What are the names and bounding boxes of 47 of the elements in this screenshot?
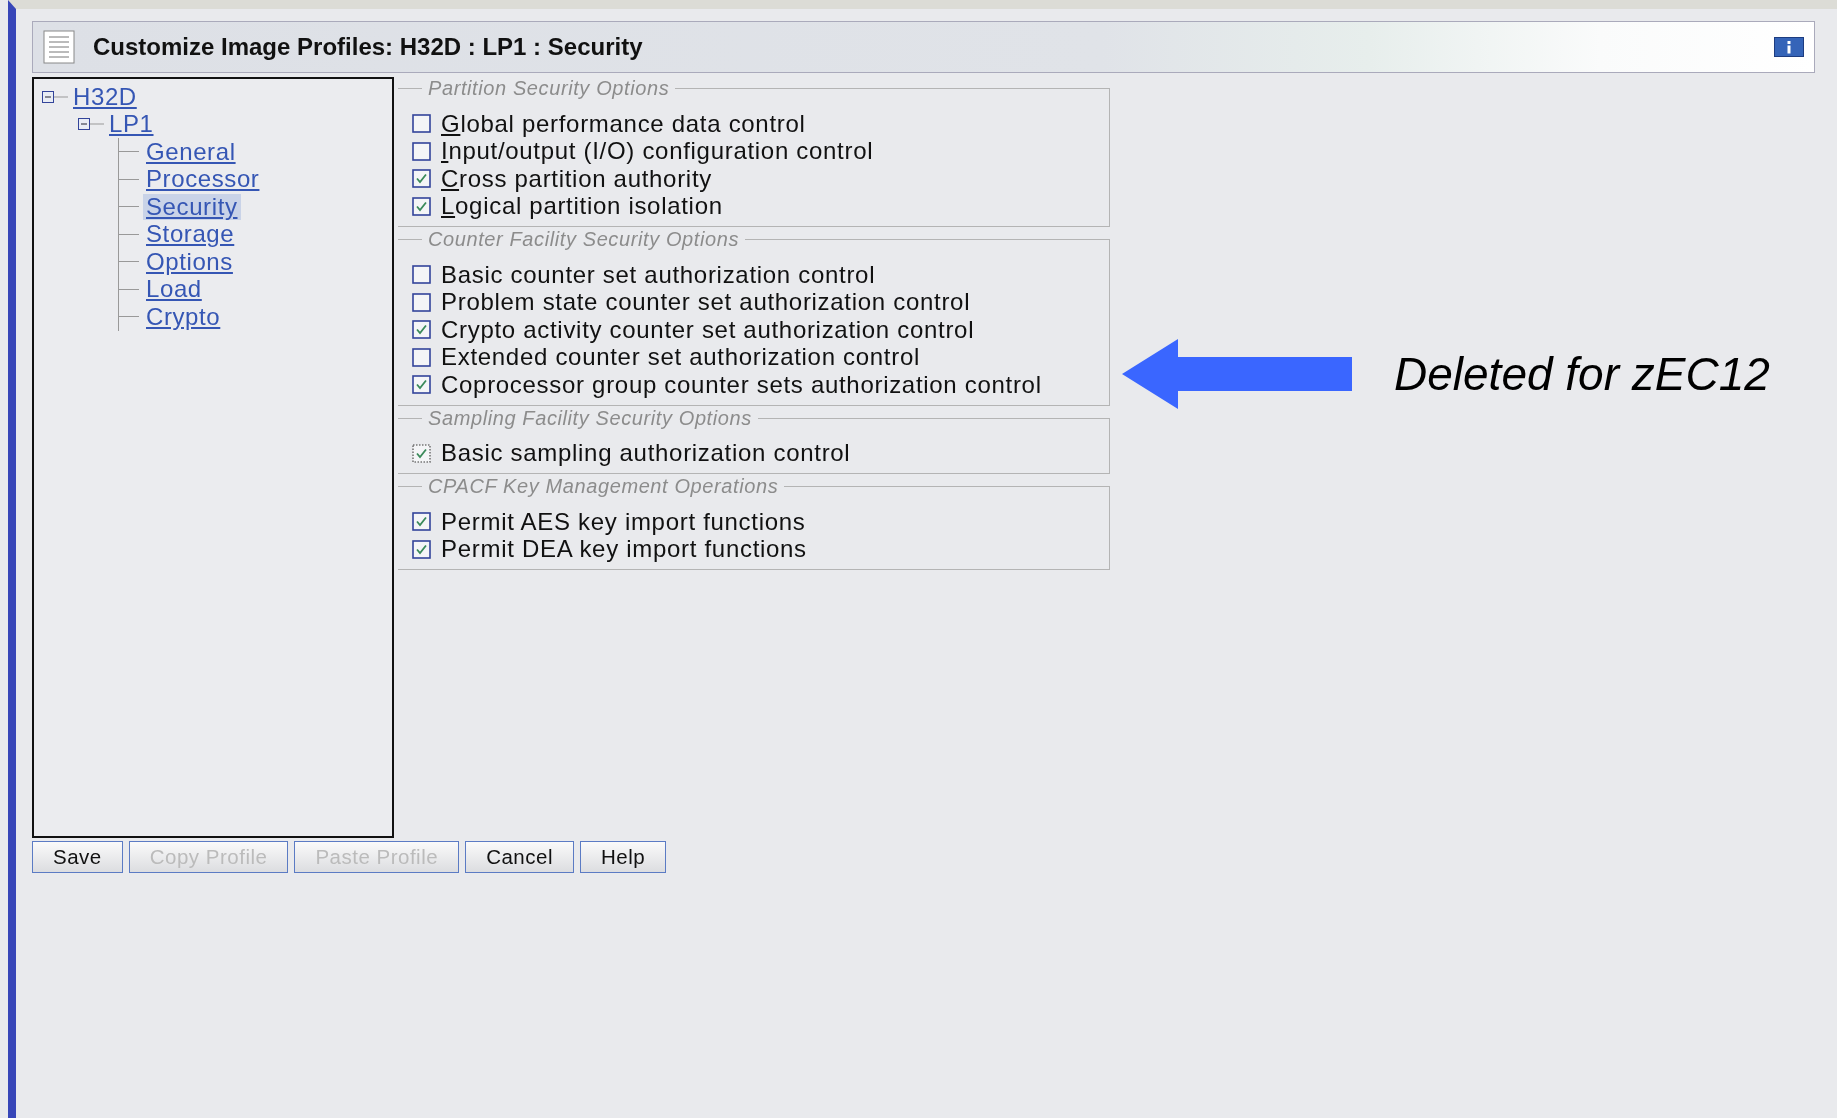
checkbox[interactable] — [412, 512, 431, 532]
checkbox[interactable] — [412, 141, 431, 161]
option-label: Basic counter set authorization control — [441, 260, 876, 289]
option-label: Permit DEA key import functions — [441, 535, 807, 564]
option-label: Problem state counter set authorization control — [441, 288, 971, 317]
collapse-icon[interactable] — [42, 89, 68, 104]
tree-link[interactable]: Crypto — [143, 303, 224, 330]
option-label: Input/output (I/O) configuration control — [441, 137, 874, 166]
checkbox[interactable] — [412, 375, 431, 395]
tree-link[interactable]: Processor — [143, 166, 263, 193]
group-title: Partition Security Options — [427, 77, 671, 100]
tree-link[interactable]: Load — [143, 276, 205, 303]
tree-link[interactable]: Security — [143, 193, 241, 220]
checkbox[interactable] — [412, 114, 431, 134]
annotation-text: Deleted for zEC12 — [1394, 347, 1770, 401]
option-label: Extended counter set authorization control — [441, 343, 920, 372]
checkbox[interactable] — [412, 292, 431, 312]
option-label: Global performance data control — [441, 109, 806, 138]
checkbox[interactable] — [412, 539, 431, 559]
checkbox[interactable] — [412, 347, 431, 367]
option-label: Coprocessor group counter sets authorization control — [441, 370, 1042, 399]
dialog-button[interactable]: Save — [32, 841, 123, 873]
tree-link[interactable]: Storage — [143, 221, 238, 248]
checkbox[interactable] — [412, 196, 431, 216]
tree-link[interactable]: LP1 — [106, 111, 157, 138]
dialog-button[interactable]: Cancel — [465, 841, 574, 873]
checkbox[interactable] — [412, 320, 431, 340]
document-icon — [43, 30, 75, 64]
tree-link[interactable]: H32D — [70, 83, 140, 110]
option-label: Permit AES key import functions — [441, 507, 806, 536]
option-label: Cross partition authority — [441, 164, 712, 193]
option-label: Basic sampling authorization control — [441, 439, 851, 468]
checkbox[interactable] — [412, 169, 431, 189]
collapse-icon[interactable] — [78, 117, 104, 132]
window-title: Customize Image Profiles: H32D : LP1 : Security — [93, 33, 644, 61]
group-title: CPACF Key Management Operations — [427, 475, 780, 498]
option-label: Logical partition isolation — [441, 192, 723, 221]
tree-link[interactable]: General — [143, 138, 239, 165]
arrow-icon — [1122, 339, 1352, 409]
info-icon[interactable] — [1774, 37, 1804, 57]
checkbox[interactable] — [412, 443, 431, 463]
dialog-button[interactable]: Help — [579, 841, 667, 873]
tree-link[interactable]: Options — [143, 248, 236, 275]
group-title: Sampling Facility Security Options — [427, 406, 753, 430]
group-title: Counter Facility Security Options — [427, 228, 741, 251]
checkbox[interactable] — [412, 265, 431, 285]
option-label: Crypto activity counter set authorization control — [441, 315, 975, 344]
